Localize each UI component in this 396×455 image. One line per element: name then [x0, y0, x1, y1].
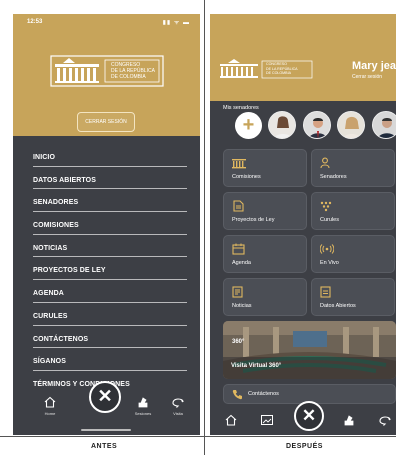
logo-line-3: DE COLOMBIA	[266, 71, 291, 75]
my-senators-label: Mis senadores	[223, 105, 259, 111]
contact-label: Contáctenos	[248, 391, 279, 397]
nav-sessions[interactable]: Sesiones	[128, 395, 158, 416]
nav-visit[interactable]: Visita	[163, 395, 193, 416]
senator-avatar[interactable]	[303, 111, 331, 139]
chamber-photo	[223, 321, 396, 379]
nav-sessions-label: Sesiones	[134, 411, 152, 416]
rotate-360-icon[interactable]	[378, 413, 392, 427]
tile-label: Proyectos de Ley	[232, 217, 275, 223]
person-icon	[320, 157, 330, 169]
tile-en-vivo[interactable]: En Vivo	[311, 235, 395, 273]
rotate-360-icon	[172, 398, 184, 408]
caption-after: DESPUÉS	[286, 443, 323, 450]
menu-item-contactenos[interactable]: CONTÁCTENOS	[33, 326, 187, 349]
menu-item-senadores[interactable]: SENADORES	[33, 189, 187, 213]
menu-item-comisiones[interactable]: COMISIONES	[33, 212, 187, 235]
ballot-icon	[138, 397, 148, 408]
tile-label: Curules	[320, 217, 339, 223]
nav-visit-label: Visita	[173, 411, 183, 416]
nav-home-label: Home	[44, 411, 56, 416]
senator-avatar[interactable]	[268, 111, 296, 139]
home-indicator	[81, 429, 131, 431]
home-icon[interactable]	[224, 413, 238, 427]
tile-proyectos-de-ley[interactable]: Proyectos de Ley	[223, 192, 307, 230]
rotate-360-icon: 360°	[232, 339, 245, 345]
person-photo-icon	[269, 112, 295, 138]
congress-logo: CONGRESO DE LA REPÚBLICA DE COLOMBIA	[49, 54, 165, 88]
phone-before: 12:53 ▮▮ ᯤ ▬ CONGRESO DE LA REPÚBLICA DE…	[13, 14, 200, 435]
news-icon	[232, 286, 243, 298]
menu-item-agenda[interactable]: AGENDA	[33, 280, 187, 303]
tile-label: Senadores	[320, 174, 347, 180]
phone-icon	[232, 390, 242, 400]
seats-icon	[320, 201, 332, 212]
congress-logo: CONGRESO DE LA REPÚBLICA DE COLOMBIA	[218, 58, 318, 80]
menu-item-noticias[interactable]: NOTICIAS	[33, 235, 187, 258]
virtual-tour-card[interactable]: 360° Visita Virtual 360°	[223, 321, 396, 379]
tile-label: En Vivo	[320, 260, 339, 266]
broadcast-icon	[320, 244, 334, 254]
menu-item-siganos[interactable]: SÍGANOS	[33, 348, 187, 371]
divider	[204, 0, 205, 455]
logo-line-3: DE COLOMBIA	[111, 74, 146, 80]
calendar-icon	[232, 243, 245, 255]
data-icon	[320, 286, 331, 298]
add-senator-button[interactable]: +	[235, 112, 262, 139]
menu-item-proyectos-de-ley[interactable]: PROYECTOS DE LEY	[33, 257, 187, 281]
tile-senadores[interactable]: Senadores	[311, 149, 395, 187]
person-photo-icon	[304, 112, 330, 138]
senator-avatar[interactable]	[372, 111, 396, 139]
divider	[0, 436, 396, 437]
tile-label: Agenda	[232, 260, 251, 266]
phone-after: CONGRESO DE LA REPÚBLICA DE COLOMBIA Mar…	[210, 14, 396, 435]
tile-label: Datos Abiertos	[320, 303, 356, 309]
menu-item-curules[interactable]: CURULES	[33, 303, 187, 326]
header-gold: CONGRESO DE LA REPÚBLICA DE COLOMBIA Mar…	[210, 14, 396, 101]
header-gold: 12:53 ▮▮ ᯤ ▬ CONGRESO DE LA REPÚBLICA DE…	[13, 14, 200, 136]
status-time: 12:53	[27, 19, 43, 25]
status-icons: ▮▮ ᯤ ▬	[162, 20, 190, 26]
document-icon	[233, 200, 244, 212]
logout-link[interactable]: Cerrar sesión	[352, 74, 382, 80]
tile-datos-abiertos[interactable]: Datos Abiertos	[311, 278, 395, 316]
ballot-icon[interactable]	[342, 413, 356, 427]
tile-noticias[interactable]: Noticias	[223, 278, 307, 316]
comparison-figure: 12:53 ▮▮ ᯤ ▬ CONGRESO DE LA REPÚBLICA DE…	[0, 0, 396, 455]
tile-comisiones[interactable]: Comisiones	[223, 149, 307, 187]
close-menu-button[interactable]: ✕	[89, 381, 121, 413]
menu-item-inicio[interactable]: INICIO	[33, 144, 187, 167]
side-menu: INICIO DATOS ABIERTOS SENADORES COMISION…	[33, 144, 187, 394]
tile-curules[interactable]: Curules	[311, 192, 395, 230]
nav-home[interactable]: Home	[35, 395, 65, 416]
home-icon	[44, 396, 56, 408]
gallery-icon[interactable]	[260, 413, 274, 427]
senator-avatar[interactable]	[337, 111, 365, 139]
tour-label: Visita Virtual 360°	[231, 363, 282, 369]
tile-agenda[interactable]: Agenda	[223, 235, 307, 273]
building-icon	[232, 159, 246, 169]
tile-label: Comisiones	[232, 174, 261, 180]
person-photo-icon	[338, 112, 364, 138]
menu-item-datos-abiertos[interactable]: DATOS ABIERTOS	[33, 167, 187, 190]
person-photo-icon	[373, 112, 396, 138]
logout-button[interactable]: CERRAR SESIÓN	[77, 112, 135, 132]
tile-label: Noticias	[232, 303, 252, 309]
status-bar: 12:53 ▮▮ ᯤ ▬	[13, 14, 200, 30]
user-name: Mary jear	[352, 60, 396, 72]
caption-before: ANTES	[91, 443, 118, 450]
close-menu-button[interactable]: ✕	[294, 401, 324, 431]
